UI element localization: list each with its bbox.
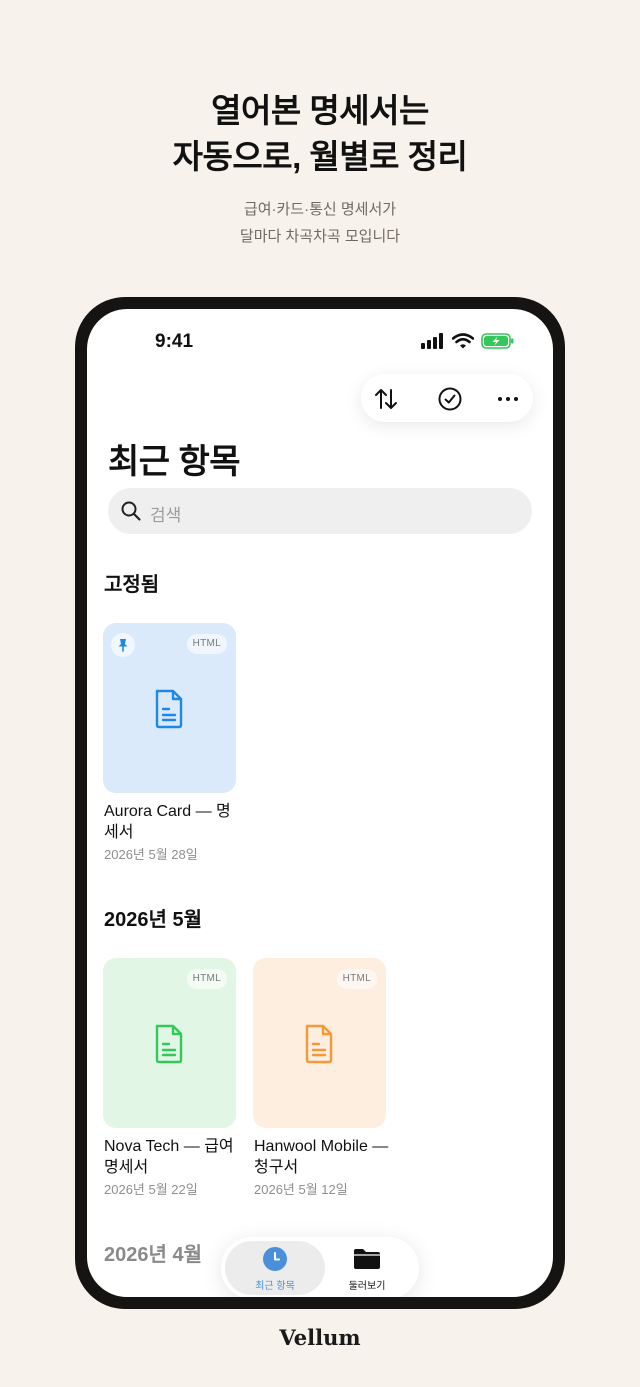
tab-recent-label: 최근 항목 bbox=[255, 1281, 295, 1292]
section-title-april: 2026년 4월 bbox=[104, 1244, 202, 1266]
card-date: 2026년 5월 12일 bbox=[254, 1182, 348, 1197]
section-title-pinned: 고정됨 bbox=[104, 574, 160, 596]
tab-bar: 최근 항목 둘러보기 bbox=[221, 1237, 419, 1297]
card-date: 2026년 5월 28일 bbox=[104, 847, 198, 862]
pin-icon bbox=[118, 639, 128, 652]
headline-line-1: 열어본 명세서는 bbox=[211, 92, 429, 129]
battery-charging-icon bbox=[481, 333, 514, 349]
card-title: Hanwool Mobile — 청구서 bbox=[254, 1138, 389, 1176]
brand-logo: Vellum bbox=[279, 1325, 361, 1350]
promo-subline: 급여·카드·통신 명세서가 달마다 차곡차곡 모입니다 bbox=[0, 196, 640, 250]
document-card[interactable]: HTML bbox=[103, 623, 236, 793]
tab-browse-label: 둘러보기 bbox=[348, 1281, 386, 1292]
cellular-signal-icon bbox=[421, 333, 443, 349]
document-icon bbox=[305, 1024, 333, 1064]
tab-browse[interactable]: 둘러보기 bbox=[317, 1237, 417, 1297]
folder-icon bbox=[354, 1249, 380, 1269]
card-title: Nova Tech — 급여 명세서 bbox=[104, 1138, 234, 1176]
search-icon bbox=[121, 501, 141, 521]
pin-badge bbox=[111, 633, 135, 657]
document-icon bbox=[155, 1024, 183, 1064]
file-type-badge: HTML bbox=[186, 969, 227, 989]
check-circle-icon[interactable] bbox=[437, 386, 463, 412]
clock-icon bbox=[263, 1247, 287, 1271]
phone-screen: 9:41 최근 항목 검색 고정됨 HTML Aurora Card — 명세서… bbox=[87, 309, 553, 1297]
headline-line-2: 자동으로, 월별로 정리 bbox=[172, 138, 468, 175]
subline-2: 달마다 차곡차곡 모입니다 bbox=[239, 228, 401, 245]
card-title: Aurora Card — 명세서 bbox=[104, 803, 231, 841]
search-placeholder: 검색 bbox=[150, 506, 182, 525]
promo-headline: 열어본 명세서는 자동으로, 월별로 정리 bbox=[0, 88, 640, 180]
section-title-may: 2026년 5월 bbox=[104, 909, 202, 931]
file-type-badge: HTML bbox=[186, 634, 227, 654]
tab-recent[interactable]: 최근 항목 bbox=[225, 1237, 325, 1297]
toolbar bbox=[361, 374, 533, 422]
search-input[interactable]: 검색 bbox=[108, 488, 532, 534]
card-date: 2026년 5월 22일 bbox=[104, 1182, 198, 1197]
subline-1: 급여·카드·통신 명세서가 bbox=[243, 201, 397, 218]
phone-frame: 9:41 최근 항목 검색 고정됨 HTML Aurora Card — 명세서… bbox=[75, 297, 565, 1309]
wifi-icon bbox=[452, 333, 474, 349]
sort-icon[interactable] bbox=[373, 386, 399, 412]
status-time: 9:41 bbox=[155, 331, 194, 352]
status-icons bbox=[421, 333, 514, 353]
document-icon bbox=[155, 689, 183, 729]
page-title: 최근 항목 bbox=[108, 443, 241, 481]
document-card[interactable]: HTML bbox=[253, 958, 386, 1128]
file-type-badge: HTML bbox=[336, 969, 377, 989]
document-card[interactable]: HTML bbox=[103, 958, 236, 1128]
more-icon[interactable] bbox=[495, 386, 521, 412]
